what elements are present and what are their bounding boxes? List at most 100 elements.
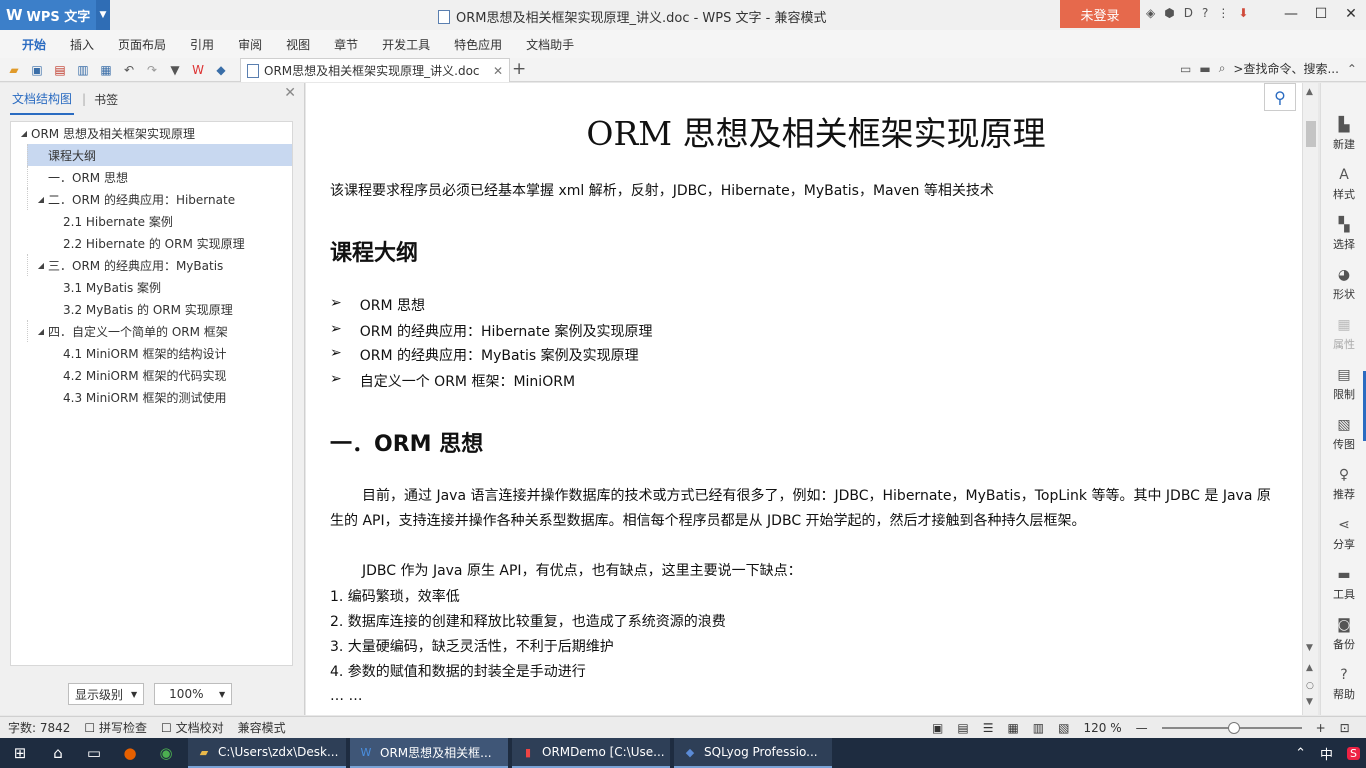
save-icon[interactable]: ▣ — [28, 62, 46, 78]
open-icon[interactable]: ▰ — [5, 62, 23, 78]
vertical-scrollbar[interactable]: ▲ ▼ ▲ ○ ▼ — [1302, 83, 1318, 715]
minimize-icon[interactable]: — — [1276, 0, 1306, 28]
outline-item[interactable]: ◢ 四．自定义一个简单的 ORM 框架 — [27, 320, 292, 342]
taskbar-window-button[interactable]: ◆ SQLyog Professio... — [674, 738, 832, 768]
windows-start-icon[interactable]: ⊞ — [0, 738, 40, 768]
outline-item[interactable]: 2.2 Hibernate 的 ORM 实现原理 — [43, 232, 292, 254]
login-button[interactable]: 未登录 — [1060, 0, 1140, 28]
sidebar-item-select[interactable]: ▚ 选择 — [1321, 209, 1366, 259]
collapse-ribbon-icon[interactable]: ⌃ — [1347, 62, 1357, 76]
redo-icon[interactable]: ↷ — [143, 62, 161, 78]
screen-icon[interactable]: ▭ — [1180, 62, 1191, 76]
print-icon[interactable]: ▥ — [74, 62, 92, 78]
scroll-down-icon[interactable]: ▼ — [1306, 643, 1313, 653]
document-tab[interactable]: ORM思想及相关框架实现原理_讲义.doc ✕ — [240, 58, 510, 82]
expand-arrow-icon[interactable]: ◢ — [34, 261, 48, 270]
close-pane-icon[interactable]: ✕ — [284, 85, 296, 101]
cloud-icon[interactable]: ◆ — [212, 62, 230, 78]
word-count[interactable]: 字数: 7842 — [8, 719, 70, 736]
fit-page-icon[interactable]: ⊡ — [1340, 721, 1350, 735]
ribbon-tab[interactable]: 引用 — [178, 30, 226, 58]
taskbar-window-button[interactable]: ▮ ORMDemo [C:\Use... — [512, 738, 670, 768]
scroll-up-icon[interactable]: ▲ — [1306, 87, 1313, 97]
help-icon[interactable]: ? — [1202, 6, 1208, 20]
chevron-down-icon[interactable]: ▼ — [96, 0, 110, 30]
zoom-level[interactable]: 120 % — [1083, 721, 1121, 735]
document-page[interactable]: ORM 思想及相关框架实现原理 该课程要求程序员必须已经基本掌握 xml 解析，… — [306, 83, 1302, 715]
home-icon[interactable]: ⌂ — [40, 738, 76, 768]
outline-item[interactable]: ◢ 二．ORM 的经典应用：Hibernate — [27, 188, 292, 210]
zoom-slider[interactable] — [1161, 721, 1302, 734]
scrollbar-thumb[interactable] — [1306, 121, 1316, 147]
sidebar-item-property[interactable]: ▦ 属性 — [1321, 309, 1366, 359]
tab-bookmarks[interactable]: 书签 — [94, 91, 118, 108]
expand-arrow-icon[interactable]: ◢ — [34, 327, 48, 336]
fullscreen-icon[interactable]: ▣ — [932, 721, 943, 735]
ribbon-tab[interactable]: 特色应用 — [442, 30, 514, 58]
spell-check-toggle[interactable]: ☐ 拼写检查 — [84, 719, 147, 736]
taskbar-window-button[interactable]: ▰ C:\Users\zdx\Desk... — [188, 738, 346, 768]
outline-item[interactable]: ◢ ORM 思想及相关框架实现原理 — [11, 122, 292, 144]
sidebar-item-new[interactable]: ▙ 新建 — [1321, 109, 1366, 159]
ribbon-tab[interactable]: 视图 — [274, 30, 322, 58]
feedback-icon[interactable]: D — [1184, 6, 1193, 20]
new-tab-icon[interactable]: + — [512, 59, 526, 79]
undo-icon[interactable]: ↶ — [120, 62, 138, 78]
outline-item[interactable]: 3.1 MyBatis 案例 — [43, 276, 292, 298]
sidebar-item-recommend[interactable]: ♀ 推荐 — [1321, 459, 1366, 509]
expand-arrow-icon[interactable]: ◢ — [34, 195, 48, 204]
search-input[interactable]: >查找命令、搜索... — [1233, 60, 1339, 77]
ime-indicator[interactable]: 中 — [1320, 744, 1333, 763]
ribbon-tab[interactable]: 文档助手 — [514, 30, 586, 58]
zoom-out-icon[interactable]: — — [1136, 721, 1148, 735]
ribbon-tab[interactable]: 插入 — [58, 30, 106, 58]
sidebar-item-restrict[interactable]: ▤ 限制 — [1321, 359, 1366, 409]
outline-item[interactable]: ◢ 三．ORM 的经典应用：MyBatis — [27, 254, 292, 276]
wps-app-menu-button[interactable]: W WPS 文字 ▼ — [0, 0, 110, 30]
location-pin-icon[interactable]: ⚲ — [1264, 83, 1296, 111]
customize-dropdown-icon[interactable]: ▼ — [166, 62, 184, 78]
sidebar-item-share[interactable]: ⋖ 分享 — [1321, 509, 1366, 559]
print-preview-icon[interactable]: ▦ — [97, 62, 115, 78]
sidebar-item-upload-image[interactable]: ▧ 传图 — [1321, 409, 1366, 459]
ribbon-tab[interactable]: 审阅 — [226, 30, 274, 58]
outline-item[interactable]: 4.1 MiniORM 框架的结构设计 — [43, 342, 292, 364]
outline-item[interactable]: 4.2 MiniORM 框架的代码实现 — [43, 364, 292, 386]
ribbon-tab[interactable]: 页面布局 — [106, 30, 178, 58]
sidebar-item-help[interactable]: ? 帮助 — [1321, 659, 1366, 709]
browse-object-icon[interactable]: ○ — [1306, 681, 1314, 691]
sogou-icon[interactable]: S — [1347, 746, 1360, 760]
chrome-icon[interactable]: ◉ — [148, 738, 184, 768]
more-icon[interactable]: ⋮ — [1217, 6, 1229, 20]
outline-item[interactable]: 2.1 Hibernate 案例 — [43, 210, 292, 232]
desktop-icon[interactable]: ▭ — [76, 738, 112, 768]
level-select[interactable]: 显示级别 ▼ — [68, 683, 145, 705]
document-area[interactable]: ORM 思想及相关框架实现原理 该课程要求程序员必须已经基本掌握 xml 解析，… — [306, 83, 1318, 715]
pane-zoom-select[interactable]: 100% ▼ — [154, 683, 233, 705]
close-icon[interactable]: ✕ — [1336, 0, 1366, 28]
sidebar-item-style[interactable]: A 样式 — [1321, 159, 1366, 209]
prev-page-icon[interactable]: ▲ — [1306, 663, 1313, 673]
taskbar-window-button[interactable]: W ORM思想及相关框... — [350, 738, 508, 768]
outline-item[interactable]: 4.3 MiniORM 框架的测试使用 — [43, 386, 292, 408]
firefox-icon[interactable]: ● — [112, 738, 148, 768]
zoom-in-icon[interactable]: + — [1316, 721, 1326, 735]
ribbon-tab[interactable]: 章节 — [322, 30, 370, 58]
layout-icon[interactable]: ▧ — [1058, 721, 1069, 735]
page-view-icon[interactable]: ▤ — [957, 721, 968, 735]
wps-docer-icon[interactable]: W — [189, 62, 207, 78]
tray-expand-icon[interactable]: ⌃ — [1295, 746, 1306, 761]
update-icon[interactable]: ⬇ — [1238, 6, 1248, 20]
web-view-icon[interactable]: ▦ — [1007, 721, 1018, 735]
outline-view-icon[interactable]: ☰ — [983, 721, 994, 735]
window-switch-icon[interactable]: ▬ — [1199, 62, 1210, 76]
command-search[interactable]: ▭ ▬ ⌕ >查找命令、搜索... ⌃ — [1180, 60, 1357, 77]
next-page-icon[interactable]: ▼ — [1306, 697, 1313, 707]
outline-item[interactable]: 一．ORM 思想 — [27, 166, 292, 188]
skin-icon[interactable]: ◈ — [1146, 6, 1155, 20]
maximize-icon[interactable]: ☐ — [1306, 0, 1336, 28]
ribbon-tab[interactable]: 开始 — [10, 30, 58, 58]
expand-arrow-icon[interactable]: ◢ — [17, 129, 31, 138]
export-pdf-icon[interactable]: ▤ — [51, 62, 69, 78]
outline-item[interactable]: 课程大纲 — [27, 144, 292, 166]
